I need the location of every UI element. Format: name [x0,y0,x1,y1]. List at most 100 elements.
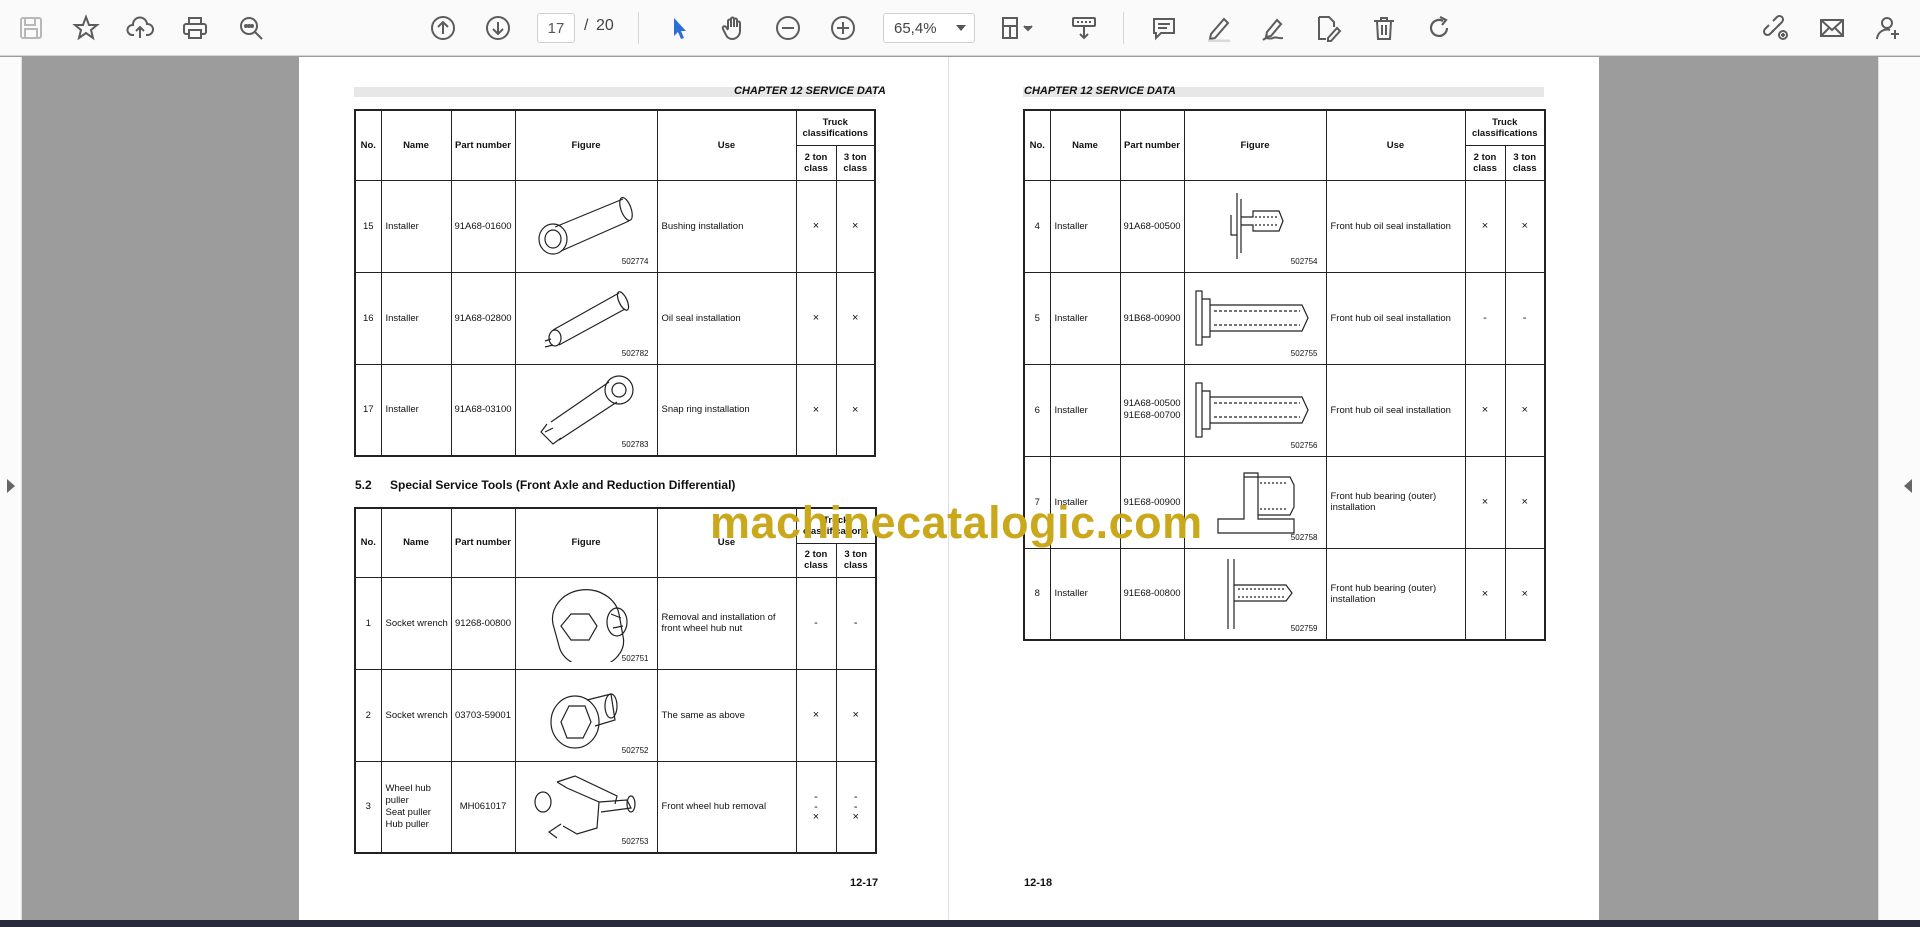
figure-cell: 502759 [1183,547,1327,641]
page-down-icon[interactable] [478,8,518,48]
document-viewer[interactable]: CHAPTER 12 SERVICE DATA No. Name Part nu… [0,57,1920,920]
header-2ton: 2 ton class [795,144,837,181]
socket-wrench-figure [550,693,618,749]
email-icon[interactable] [1812,8,1852,48]
figure-cell: 502752 [514,668,658,762]
table-row: 4 Installer 91A68-00500 502754 Front hub… [1023,179,1546,273]
figure-cell: 502753 [514,760,658,854]
header-use: Use [656,109,797,181]
caret-right-icon [7,479,15,493]
header-truck: Truck classifications [795,109,876,146]
add-user-icon[interactable] [1868,8,1908,48]
figure-cell: 502754 [1183,179,1327,273]
section-heading: 5.2 Special Service Tools (Front Axle and… [355,478,735,492]
header-3ton: 3 ton class [835,144,876,181]
header-no: No. [354,109,382,181]
figure-cell: 502774 [514,179,658,273]
page-12-18: CHAPTER 12 SERVICE DATA No. Name Part nu… [948,57,1599,920]
watermark-text: machinecatalogic.com [710,497,1203,548]
taskbar-edge [0,920,1920,927]
header-figure: Figure [514,109,658,181]
header-part: Part number [1119,109,1185,181]
print-icon[interactable] [175,8,215,48]
share-link-icon[interactable] [1756,8,1796,48]
installer-figure [1217,472,1295,534]
table-row: 17 Installer 91A68-03100 502783 Snap rin… [354,363,876,457]
installer-figure [1195,290,1309,346]
header-3ton: 3 ton class [1504,144,1546,181]
chevron-down-icon [956,25,966,31]
header-figure: Figure [514,507,658,578]
service-tools-table-3: No. Name Part number Figure Use Truck cl… [1023,109,1546,641]
page-up-icon[interactable] [423,8,463,48]
table-row: 8 Installer 91E68-00800 502759 Front hub… [1023,547,1546,641]
header-truck: Truck classifications [1464,109,1546,146]
zoom-value: 65,4% [894,20,937,37]
installer-figure [538,196,633,255]
header-use: Use [1325,109,1466,181]
select-arrow-icon[interactable] [659,8,699,48]
comment-icon[interactable] [1144,8,1184,48]
edit-file-icon[interactable] [1308,8,1348,48]
bookmark-star-icon[interactable] [66,8,106,48]
page-separator: / [584,17,589,34]
table-row: 1 Socket wrench 91268-00800 502751 Remov… [354,576,877,670]
page-number: 12-18 [1024,877,1053,889]
installer-figure [1195,382,1309,438]
header-no: No. [354,507,382,578]
installer-figure [544,291,630,348]
hub-puller-figure [534,775,636,839]
installer-figure [1230,193,1284,259]
right-panel-toggle[interactable] [1878,57,1920,920]
delete-icon[interactable] [1364,8,1404,48]
table-row: 3 Wheel hub puller Seat puller Hub pulle… [354,760,877,854]
table-row: 2 Socket wrench 03703-59001 502752 The s… [354,668,877,762]
page-number: 12-17 [850,877,879,889]
header-name: Name [380,109,452,181]
caret-left-icon [1904,479,1912,493]
header-name: Name [380,507,452,578]
chapter-header: CHAPTER 12 SERVICE DATA [734,85,886,97]
zoom-select[interactable]: 65,4% [883,13,975,43]
page-12-17: CHAPTER 12 SERVICE DATA No. Name Part nu… [299,57,950,920]
table-row: 15 Installer 91A68-01600 502774 Bushing … [354,179,876,273]
left-panel-toggle[interactable] [0,57,22,920]
zoom-out-icon[interactable] [768,8,808,48]
chapter-header: CHAPTER 12 SERVICE DATA [1024,85,1176,97]
sign-pen-icon[interactable] [1253,8,1293,48]
save-icon[interactable] [11,8,51,48]
service-tools-table-2: No. Name Part number Figure Use Truck cl… [354,507,877,854]
highlight-pen-icon[interactable] [1199,8,1239,48]
zoom-search-icon[interactable] [231,8,271,48]
table-row: 16 Installer 91A68-02800 502782 Oil seal… [354,271,876,365]
figure-cell: 502782 [514,271,658,365]
header-part: Part number [450,507,516,578]
socket-wrench-figure [551,589,628,662]
installer-figure [540,375,634,445]
section-number: 5.2 [355,478,372,492]
header-2ton: 2 ton class [1464,144,1506,181]
hand-pan-icon[interactable] [713,8,753,48]
upload-cloud-icon[interactable] [120,8,160,48]
table-row: 5 Installer 91B68-00900 502755 Front hub… [1023,271,1546,365]
page-number-input[interactable] [537,13,575,43]
section-title: Special Service Tools (Front Axle and Re… [390,478,736,492]
figure-cell: 502756 [1183,363,1327,457]
total-pages: 20 [596,17,614,34]
fit-page-icon[interactable] [993,8,1041,48]
figure-cell: 502751 [514,576,658,670]
figure-cell: 502758 [1183,455,1327,549]
service-tools-table-1: No. Name Part number Figure Use Truck cl… [354,109,876,457]
installer-figure [1227,558,1293,629]
header-part: Part number [450,109,516,181]
header-figure: Figure [1183,109,1327,181]
figure-cell: 502783 [514,363,658,457]
header-no: No. [1023,109,1051,181]
zoom-in-icon[interactable] [823,8,863,48]
rotate-icon[interactable] [1419,8,1459,48]
header-name: Name [1049,109,1121,181]
table-row: 6 Installer 91A68-00500 91E68-00700 5027… [1023,363,1546,457]
toolbar: / 20 65,4% [0,0,1920,56]
scroll-mode-icon[interactable] [1064,8,1104,48]
figure-cell: 502755 [1183,271,1327,365]
